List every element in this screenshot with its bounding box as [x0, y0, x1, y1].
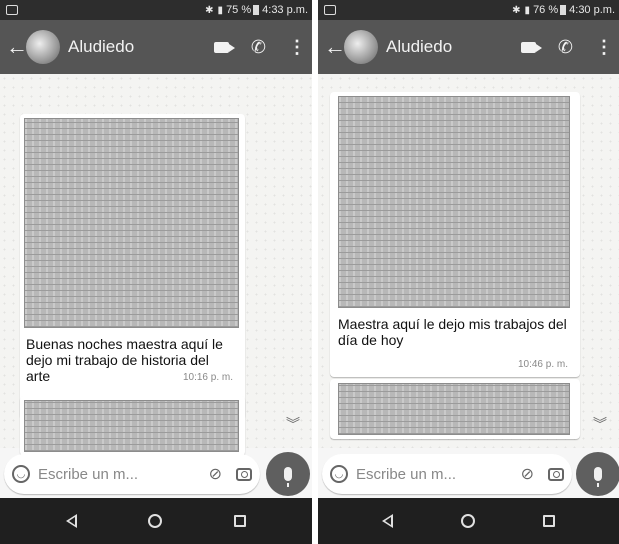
mic-button[interactable]	[576, 452, 619, 496]
phone-screen-right: ✱ ▮ 76 % 4:30 p.m. ← Aludiedo ✆ ⋮ Maestr…	[318, 0, 619, 544]
scroll-down-icon[interactable]: ︾	[593, 414, 607, 434]
document-photo[interactable]	[338, 96, 570, 308]
smiley-icon[interactable]: ◡	[12, 465, 30, 483]
image-message[interactable]	[20, 396, 245, 456]
nav-back-icon[interactable]	[65, 514, 77, 528]
battery-percent: 76 %	[533, 4, 559, 16]
signal-icon: ▮	[524, 4, 531, 16]
microphone-icon	[284, 467, 292, 487]
battery-icon	[560, 5, 567, 15]
paperclip-icon[interactable]: ⊘	[209, 464, 222, 484]
status-time: 4:33 p.m.	[262, 4, 308, 16]
status-time: 4:30 p.m.	[569, 4, 615, 16]
document-photo[interactable]	[24, 400, 239, 452]
message-caption: Maestra aquí le dejo mis trabajos del dí…	[338, 316, 567, 348]
image-message[interactable]: Buenas noches maestra aquí le dejo mi tr…	[20, 114, 245, 419]
message-input-box: ◡ Escribe un m... ⊘	[4, 454, 260, 494]
paperclip-icon[interactable]: ⊘	[521, 464, 534, 484]
video-camera-icon	[520, 41, 542, 53]
message-list[interactable]: Maestra aquí le dejo mis trabajos del dí…	[318, 74, 619, 448]
nav-home-icon[interactable]	[148, 514, 163, 528]
message-input[interactable]: Escribe un m...	[356, 466, 513, 483]
voice-call-button[interactable]: ✆	[251, 37, 266, 58]
image-message[interactable]	[330, 379, 580, 439]
system-nav-bar	[0, 498, 312, 544]
mic-button[interactable]	[266, 452, 310, 496]
battery-percent: 75 %	[226, 4, 252, 16]
video-camera-icon	[213, 41, 235, 53]
signal-icon: ▮	[217, 4, 224, 16]
back-arrow-icon[interactable]: ←	[324, 34, 346, 60]
more-vert-icon: ⋮	[288, 36, 306, 57]
document-photo[interactable]	[24, 118, 239, 328]
chat-header: ← Aludiedo ✆ ⋮	[318, 20, 619, 74]
message-time: 10:46 p. m.	[517, 359, 568, 370]
contact-name[interactable]: Aludiedo	[386, 37, 499, 57]
contact-name[interactable]: Aludiedo	[68, 37, 192, 57]
phone-icon: ✆	[557, 36, 573, 57]
system-nav-bar	[318, 498, 619, 544]
notification-icon	[324, 5, 336, 15]
more-options-button[interactable]: ⋮	[595, 37, 613, 58]
composer: ◡ Escribe un m... ⊘	[0, 450, 312, 498]
message-list[interactable]: Buenas noches maestra aquí le dejo mi tr…	[0, 74, 312, 456]
nav-home-icon[interactable]	[461, 514, 475, 528]
more-options-button[interactable]: ⋮	[288, 37, 306, 58]
document-photo[interactable]	[338, 383, 570, 435]
contact-avatar[interactable]	[26, 30, 60, 64]
composer: ◡ Escribe un m... ⊘	[318, 450, 619, 498]
notification-icon	[6, 5, 18, 15]
bluetooth-icon: ✱	[512, 4, 521, 16]
smiley-icon[interactable]: ◡	[330, 465, 348, 483]
phone-icon: ✆	[250, 36, 266, 57]
phone-screen-left: ✱ ▮ 75 % 4:33 p.m. ← Aludiedo ✆ ⋮ Buenas…	[0, 0, 312, 544]
contact-avatar[interactable]	[344, 30, 378, 64]
more-vert-icon: ⋮	[595, 36, 613, 57]
camera-icon[interactable]	[548, 467, 564, 481]
video-call-button[interactable]	[520, 41, 542, 53]
message-input[interactable]: Escribe un m...	[38, 466, 201, 483]
status-bar: ✱ ▮ 75 % 4:33 p.m.	[0, 0, 312, 20]
voice-call-button[interactable]: ✆	[558, 37, 573, 58]
video-call-button[interactable]	[213, 41, 235, 53]
scroll-down-icon[interactable]: ︾	[286, 414, 300, 434]
back-arrow-icon[interactable]: ←	[6, 34, 28, 60]
camera-icon[interactable]	[236, 467, 252, 481]
message-input-box: ◡ Escribe un m... ⊘	[322, 454, 572, 494]
image-message[interactable]: Maestra aquí le dejo mis trabajos del dí…	[330, 92, 580, 377]
chat-header: ← Aludiedo ✆ ⋮	[0, 20, 312, 74]
nav-recent-apps-icon[interactable]	[543, 515, 555, 527]
nav-back-icon[interactable]	[382, 514, 393, 528]
microphone-icon	[594, 467, 602, 487]
battery-icon	[253, 5, 260, 15]
bluetooth-icon: ✱	[205, 4, 214, 16]
message-time: 10:16 p. m.	[182, 372, 233, 383]
nav-recent-apps-icon[interactable]	[234, 515, 247, 527]
status-bar: ✱ ▮ 76 % 4:30 p.m.	[318, 0, 619, 20]
